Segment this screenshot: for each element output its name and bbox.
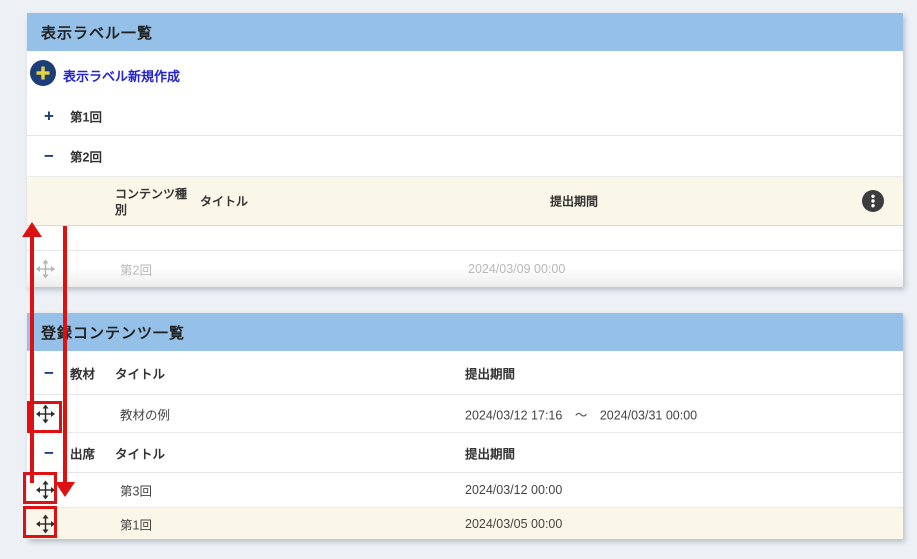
row-title: 第3回 [120,481,152,500]
section-category: 出席 [70,443,95,462]
column-header-title: タイトル [115,443,165,462]
content-row-dai3kai[interactable]: 第3回 2024/03/12 00:00 [27,473,903,508]
label-group-name: 第2回 [70,147,102,166]
move-handle-icon[interactable] [36,481,55,500]
row-period: 2024/03/05 00:00 [465,517,562,531]
column-header-period: 提出期間 [465,363,515,382]
create-label-row: 表示ラベル新規作成 [27,51,903,96]
column-header-title: タイトル [200,193,248,210]
panel-title-bar: 登録コンテンツ一覧 [27,313,903,351]
row-period: 2024/03/12 00:00 [465,483,562,497]
panel-title: 表示ラベル一覧 [41,22,153,43]
add-circle-icon[interactable] [30,60,56,86]
row-title: 教材の例 [120,404,170,423]
create-label-link[interactable]: 表示ラベル新規作成 [63,66,180,85]
collapse-toggle-icon[interactable]: − [40,444,58,461]
empty-drop-row [27,226,903,251]
expand-toggle-icon[interactable]: + [40,107,58,124]
label-group-row-1[interactable]: + 第1回 [27,96,903,136]
row-period: 2024/03/09 00:00 [468,262,565,276]
move-handle-icon[interactable] [36,514,55,533]
label-group-name: 第1回 [70,106,102,125]
page: 表示ラベル一覧 表示ラベル新規作成 + 第1回 − 第2回 コンテンツ種別 タイ… [0,0,917,559]
section-category: 教材 [70,363,95,382]
dragged-row-ghost[interactable]: 第2回 2024/03/09 00:00 [27,251,903,287]
collapse-toggle-icon[interactable]: − [40,148,58,165]
move-handle-icon[interactable] [36,404,55,423]
collapse-toggle-icon[interactable]: − [40,364,58,381]
row-title: 第2回 [120,260,152,279]
column-header-period: 提出期間 [465,443,515,462]
panel-title-bar: 表示ラベル一覧 [27,13,903,51]
panel-title: 登録コンテンツ一覧 [41,322,185,343]
column-header-content-type: コンテンツ種別 [115,186,195,218]
row-title: 第1回 [120,514,152,533]
column-header-period: 提出期間 [550,193,598,210]
label-table-header: コンテンツ種別 タイトル 提出期間 [27,177,903,226]
move-handle-icon[interactable] [36,260,55,279]
display-label-list-panel: 表示ラベル一覧 表示ラベル新規作成 + 第1回 − 第2回 コンテンツ種別 タイ… [27,13,903,287]
label-group-row-2[interactable]: − 第2回 [27,136,903,177]
section-header-kyozai: − 教材 タイトル 提出期間 [27,351,903,395]
content-row-kyozai-example[interactable]: 教材の例 2024/03/12 17:16 ～ 2024/03/31 00:00 [27,395,903,433]
section-header-shusseki: − 出席 タイトル 提出期間 [27,433,903,473]
row-period: 2024/03/12 17:16 ～ 2024/03/31 00:00 [465,404,697,423]
registered-contents-panel: 登録コンテンツ一覧 − 教材 タイトル 提出期間 [27,313,903,539]
content-row-dai1kai[interactable]: 第1回 2024/03/05 00:00 [27,508,903,539]
column-header-title: タイトル [115,363,165,382]
kebab-menu-icon[interactable] [862,190,884,212]
